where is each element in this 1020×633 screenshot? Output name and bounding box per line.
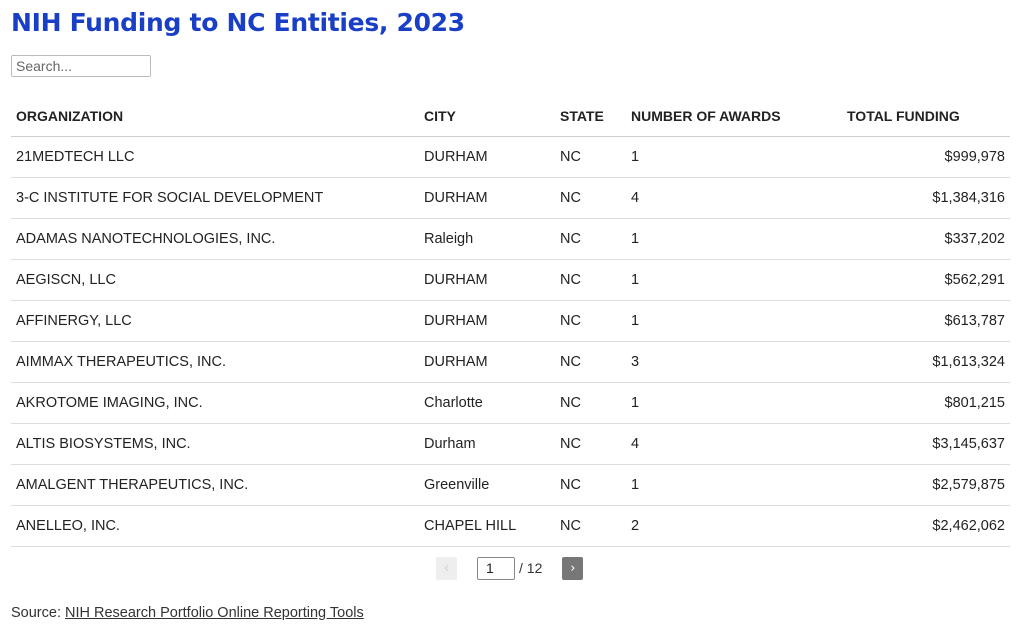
cell-number-of-awards: 4 — [626, 177, 842, 219]
cell-total-funding: $801,215 — [842, 382, 1010, 424]
source-link[interactable]: NIH Research Portfolio Online Reporting … — [65, 605, 364, 621]
cell-city: DURHAM — [419, 300, 555, 342]
funding-table: ORGANIZATION CITY STATE NUMBER OF AWARDS… — [11, 96, 1010, 547]
column-header-total-funding[interactable]: TOTAL FUNDING — [842, 96, 1010, 137]
cell-number-of-awards: 1 — [626, 300, 842, 342]
cell-city: DURHAM — [419, 341, 555, 383]
cell-total-funding: $3,145,637 — [842, 423, 1010, 465]
cell-number-of-awards: 1 — [626, 382, 842, 424]
cell-state: NC — [555, 505, 626, 547]
cell-organization: 21MEDTECH LLC — [11, 136, 419, 178]
cell-city: Raleigh — [419, 218, 555, 260]
table-row: ALTIS BIOSYSTEMS, INC. Durham NC 4 $3,14… — [11, 423, 1010, 465]
table-row: AEGISCN, LLC DURHAM NC 1 $562,291 — [11, 259, 1010, 301]
cell-number-of-awards: 1 — [626, 136, 842, 178]
cell-number-of-awards: 2 — [626, 505, 842, 547]
cell-state: NC — [555, 259, 626, 301]
cell-state: NC — [555, 382, 626, 424]
cell-total-funding: $999,978 — [842, 136, 1010, 178]
cell-number-of-awards: 1 — [626, 464, 842, 506]
cell-city: CHAPEL HILL — [419, 505, 555, 547]
next-page-button[interactable]: › — [562, 556, 584, 580]
cell-organization: 3-C INSTITUTE FOR SOCIAL DEVELOPMENT — [11, 177, 419, 219]
cell-city: DURHAM — [419, 177, 555, 219]
cell-state: NC — [555, 464, 626, 506]
cell-state: NC — [555, 136, 626, 178]
cell-number-of-awards: 4 — [626, 423, 842, 465]
cell-number-of-awards: 1 — [626, 218, 842, 260]
page-total-label: / 12 — [519, 560, 543, 576]
pagination: ‹ / 12 › — [436, 556, 584, 580]
table-row: AFFINERGY, LLC DURHAM NC 1 $613,787 — [11, 300, 1010, 342]
cell-organization: ANELLEO, INC. — [11, 505, 419, 547]
search-input[interactable] — [11, 55, 151, 77]
cell-total-funding: $2,462,062 — [842, 505, 1010, 547]
source-note: Source: NIH Research Portfolio Online Re… — [11, 605, 364, 621]
cell-total-funding: $337,202 — [842, 218, 1010, 260]
cell-organization: ALTIS BIOSYSTEMS, INC. — [11, 423, 419, 465]
cell-organization: ADAMAS NANOTECHNOLOGIES, INC. — [11, 218, 419, 260]
cell-city: DURHAM — [419, 136, 555, 178]
column-header-organization[interactable]: ORGANIZATION — [11, 96, 419, 137]
table-header-row: ORGANIZATION CITY STATE NUMBER OF AWARDS… — [11, 96, 1010, 137]
table-row: 21MEDTECH LLC DURHAM NC 1 $999,978 — [11, 136, 1010, 178]
table-row: AMALGENT THERAPEUTICS, INC. Greenville N… — [11, 464, 1010, 506]
column-header-number-of-awards[interactable]: NUMBER OF AWARDS — [626, 96, 842, 137]
table-row: AIMMAX THERAPEUTICS, INC. DURHAM NC 3 $1… — [11, 341, 1010, 383]
column-header-state[interactable]: STATE — [555, 96, 626, 137]
table-row: 3-C INSTITUTE FOR SOCIAL DEVELOPMENT DUR… — [11, 177, 1010, 219]
table-row: ANELLEO, INC. CHAPEL HILL NC 2 $2,462,06… — [11, 505, 1010, 547]
cell-total-funding: $562,291 — [842, 259, 1010, 301]
cell-total-funding: $1,613,324 — [842, 341, 1010, 383]
table-row: ADAMAS NANOTECHNOLOGIES, INC. Raleigh NC… — [11, 218, 1010, 260]
cell-total-funding: $1,384,316 — [842, 177, 1010, 219]
cell-number-of-awards: 1 — [626, 259, 842, 301]
table-row: AKROTOME IMAGING, INC. Charlotte NC 1 $8… — [11, 382, 1010, 424]
cell-city: Charlotte — [419, 382, 555, 424]
cell-city: DURHAM — [419, 259, 555, 301]
page-title: NIH Funding to NC Entities, 2023 — [11, 8, 465, 37]
cell-organization: AIMMAX THERAPEUTICS, INC. — [11, 341, 419, 383]
page-number-input[interactable] — [477, 556, 515, 580]
cell-organization: AFFINERGY, LLC — [11, 300, 419, 342]
page: NIH Funding to NC Entities, 2023 ORGANIZ… — [0, 0, 1020, 633]
cell-state: NC — [555, 177, 626, 219]
source-prefix: Source: — [11, 605, 65, 621]
cell-city: Durham — [419, 423, 555, 465]
cell-state: NC — [555, 341, 626, 383]
cell-organization: AMALGENT THERAPEUTICS, INC. — [11, 464, 419, 506]
table-body: 21MEDTECH LLC DURHAM NC 1 $999,978 3-C I… — [11, 136, 1010, 547]
cell-state: NC — [555, 218, 626, 260]
cell-state: NC — [555, 300, 626, 342]
cell-total-funding: $613,787 — [842, 300, 1010, 342]
previous-page-button[interactable]: ‹ — [436, 556, 457, 580]
cell-number-of-awards: 3 — [626, 341, 842, 383]
cell-city: Greenville — [419, 464, 555, 506]
cell-state: NC — [555, 423, 626, 465]
cell-organization: AEGISCN, LLC — [11, 259, 419, 301]
cell-total-funding: $2,579,875 — [842, 464, 1010, 506]
cell-organization: AKROTOME IMAGING, INC. — [11, 382, 419, 424]
column-header-city[interactable]: CITY — [419, 96, 555, 137]
